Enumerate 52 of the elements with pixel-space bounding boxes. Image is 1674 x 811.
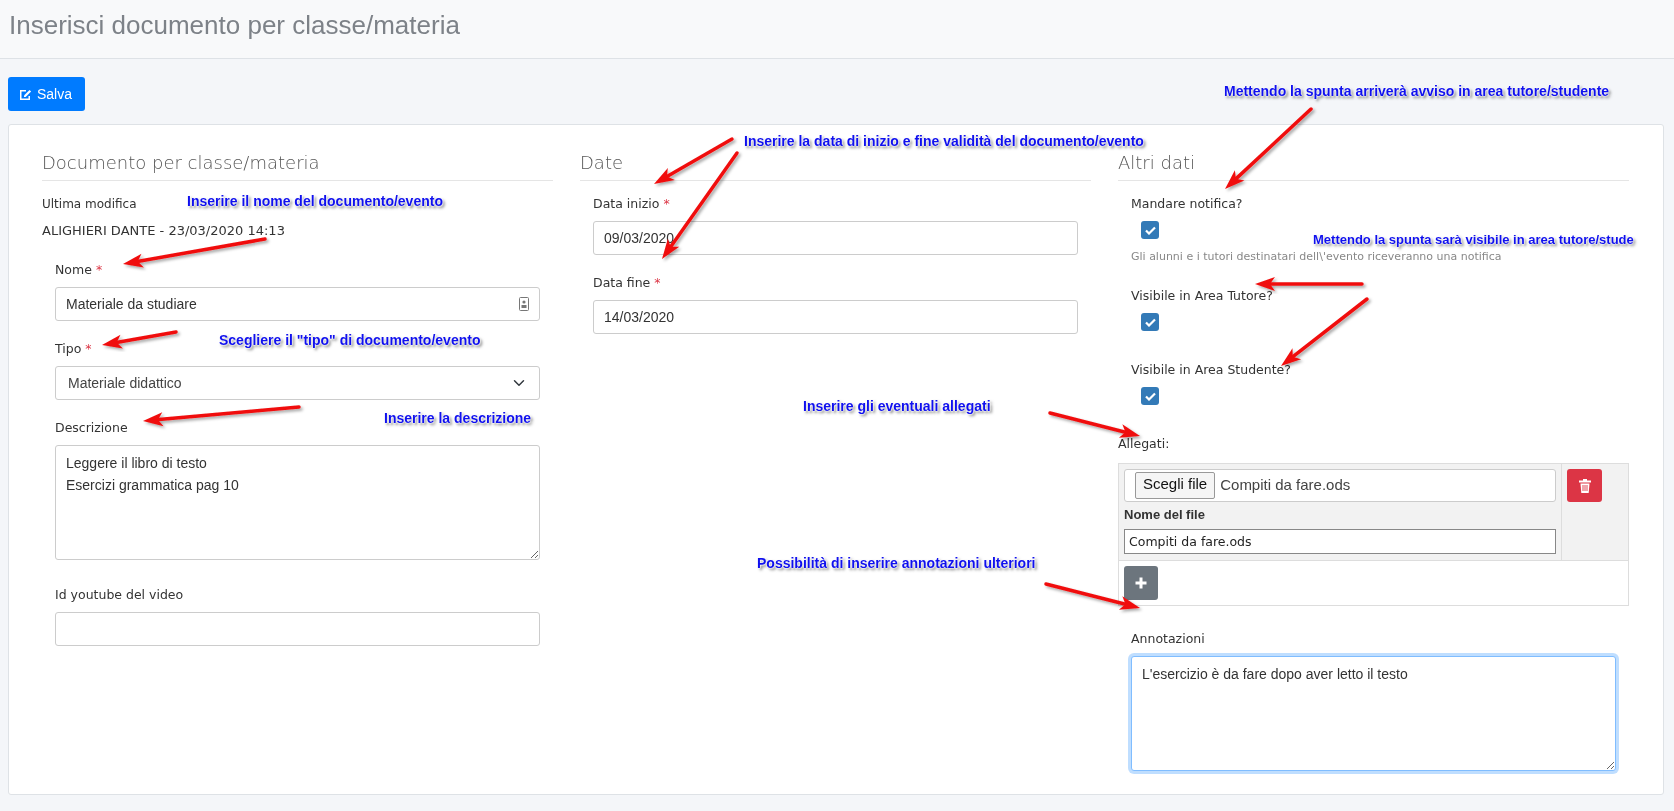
check-icon bbox=[1144, 225, 1156, 235]
trash-icon bbox=[1578, 478, 1591, 493]
annotation-text: Inserire il nome del documento/evento bbox=[187, 192, 443, 210]
edit-icon bbox=[18, 87, 32, 101]
field-label: Nome * bbox=[55, 261, 103, 279]
plus-icon bbox=[1135, 577, 1147, 589]
field-label: Allegati: bbox=[1118, 435, 1170, 453]
type-dropdown[interactable]: Materiale didattico bbox=[55, 366, 540, 400]
text-area[interactable]: Leggere il libro di testo Esercizi grammatica pag 10 bbox=[55, 445, 540, 560]
delete-button[interactable] bbox=[1567, 469, 1602, 502]
file-input[interactable]: Scegli file Compiti da fare.ods bbox=[1124, 469, 1556, 502]
text-area[interactable]: L'esercizio è da fare dopo aver letto il testo bbox=[1131, 656, 1616, 771]
checkbox[interactable] bbox=[1141, 387, 1159, 405]
checkbox[interactable] bbox=[1141, 313, 1159, 331]
choose-file-button[interactable]: Scegli file bbox=[1135, 472, 1216, 499]
annotation-text: Inserire la descrizione bbox=[384, 409, 532, 427]
field-label: Annotazioni bbox=[1131, 630, 1205, 648]
checkbox[interactable] bbox=[1141, 221, 1159, 239]
section-title: Documento per classe/materia bbox=[42, 149, 553, 181]
save-button[interactable]: Salva bbox=[8, 77, 85, 111]
field-value: Materiale da studiare bbox=[66, 294, 198, 314]
field-label: Data fine * bbox=[593, 274, 661, 292]
field-label: Data inizio * bbox=[593, 195, 670, 213]
field-label: Mandare notifica? bbox=[1131, 195, 1243, 213]
file-name: Compiti da fare.ods bbox=[1220, 475, 1351, 496]
annotation-text: Inserire gli eventuali allegati bbox=[803, 397, 991, 415]
check-icon bbox=[1144, 317, 1156, 327]
field-label: Nome del file bbox=[1124, 506, 1205, 524]
text-field[interactable]: 09/03/2020 bbox=[593, 221, 1078, 255]
text-field[interactable]: Materiale da studiare bbox=[55, 287, 540, 321]
last-modified-value: ALIGHIERI DANTE - 23/03/2020 14:13 bbox=[42, 222, 285, 240]
help-text: Gli alunni e i tutori destinatari dell\'evento riceveranno una notifica bbox=[1131, 249, 1502, 265]
annotation-text: Mettendo la spunta arriverà avviso in area tutore/studente bbox=[1224, 82, 1610, 100]
file-name-field[interactable]: Compiti da fare.ods bbox=[1124, 529, 1556, 554]
annotation-text: Possibilità di inserire annotazioni ulteriori bbox=[757, 554, 1036, 572]
annotation-text: Scegliere il "tipo" di documento/evento bbox=[219, 331, 481, 349]
field-value: 14/03/2020 bbox=[604, 307, 676, 327]
text-field[interactable]: 14/03/2020 bbox=[593, 300, 1078, 334]
page-title: Inserisci documento per classe/materia bbox=[9, 9, 461, 41]
add-button[interactable] bbox=[1124, 566, 1158, 600]
check-icon bbox=[1144, 391, 1156, 401]
contact-card-icon bbox=[519, 297, 529, 311]
field-label: Visibile in Area Studente? bbox=[1131, 361, 1291, 379]
field-label: Visibile in Area Tutore? bbox=[1131, 287, 1273, 305]
field-label: Id youtube del video bbox=[55, 586, 184, 604]
text-field[interactable] bbox=[55, 612, 540, 646]
field-value: 09/03/2020 bbox=[604, 228, 676, 248]
annotation-text: Inserire la data di inizio e fine validità del documento/evento bbox=[744, 132, 1144, 150]
field-label: Descrizione bbox=[55, 419, 128, 437]
field-label: Tipo * bbox=[55, 340, 92, 358]
annotation-text: Mettendo la spunta sarà visibile in area tutore/stude bbox=[1313, 231, 1634, 249]
last-modified-label: Ultima modifica bbox=[42, 196, 137, 213]
